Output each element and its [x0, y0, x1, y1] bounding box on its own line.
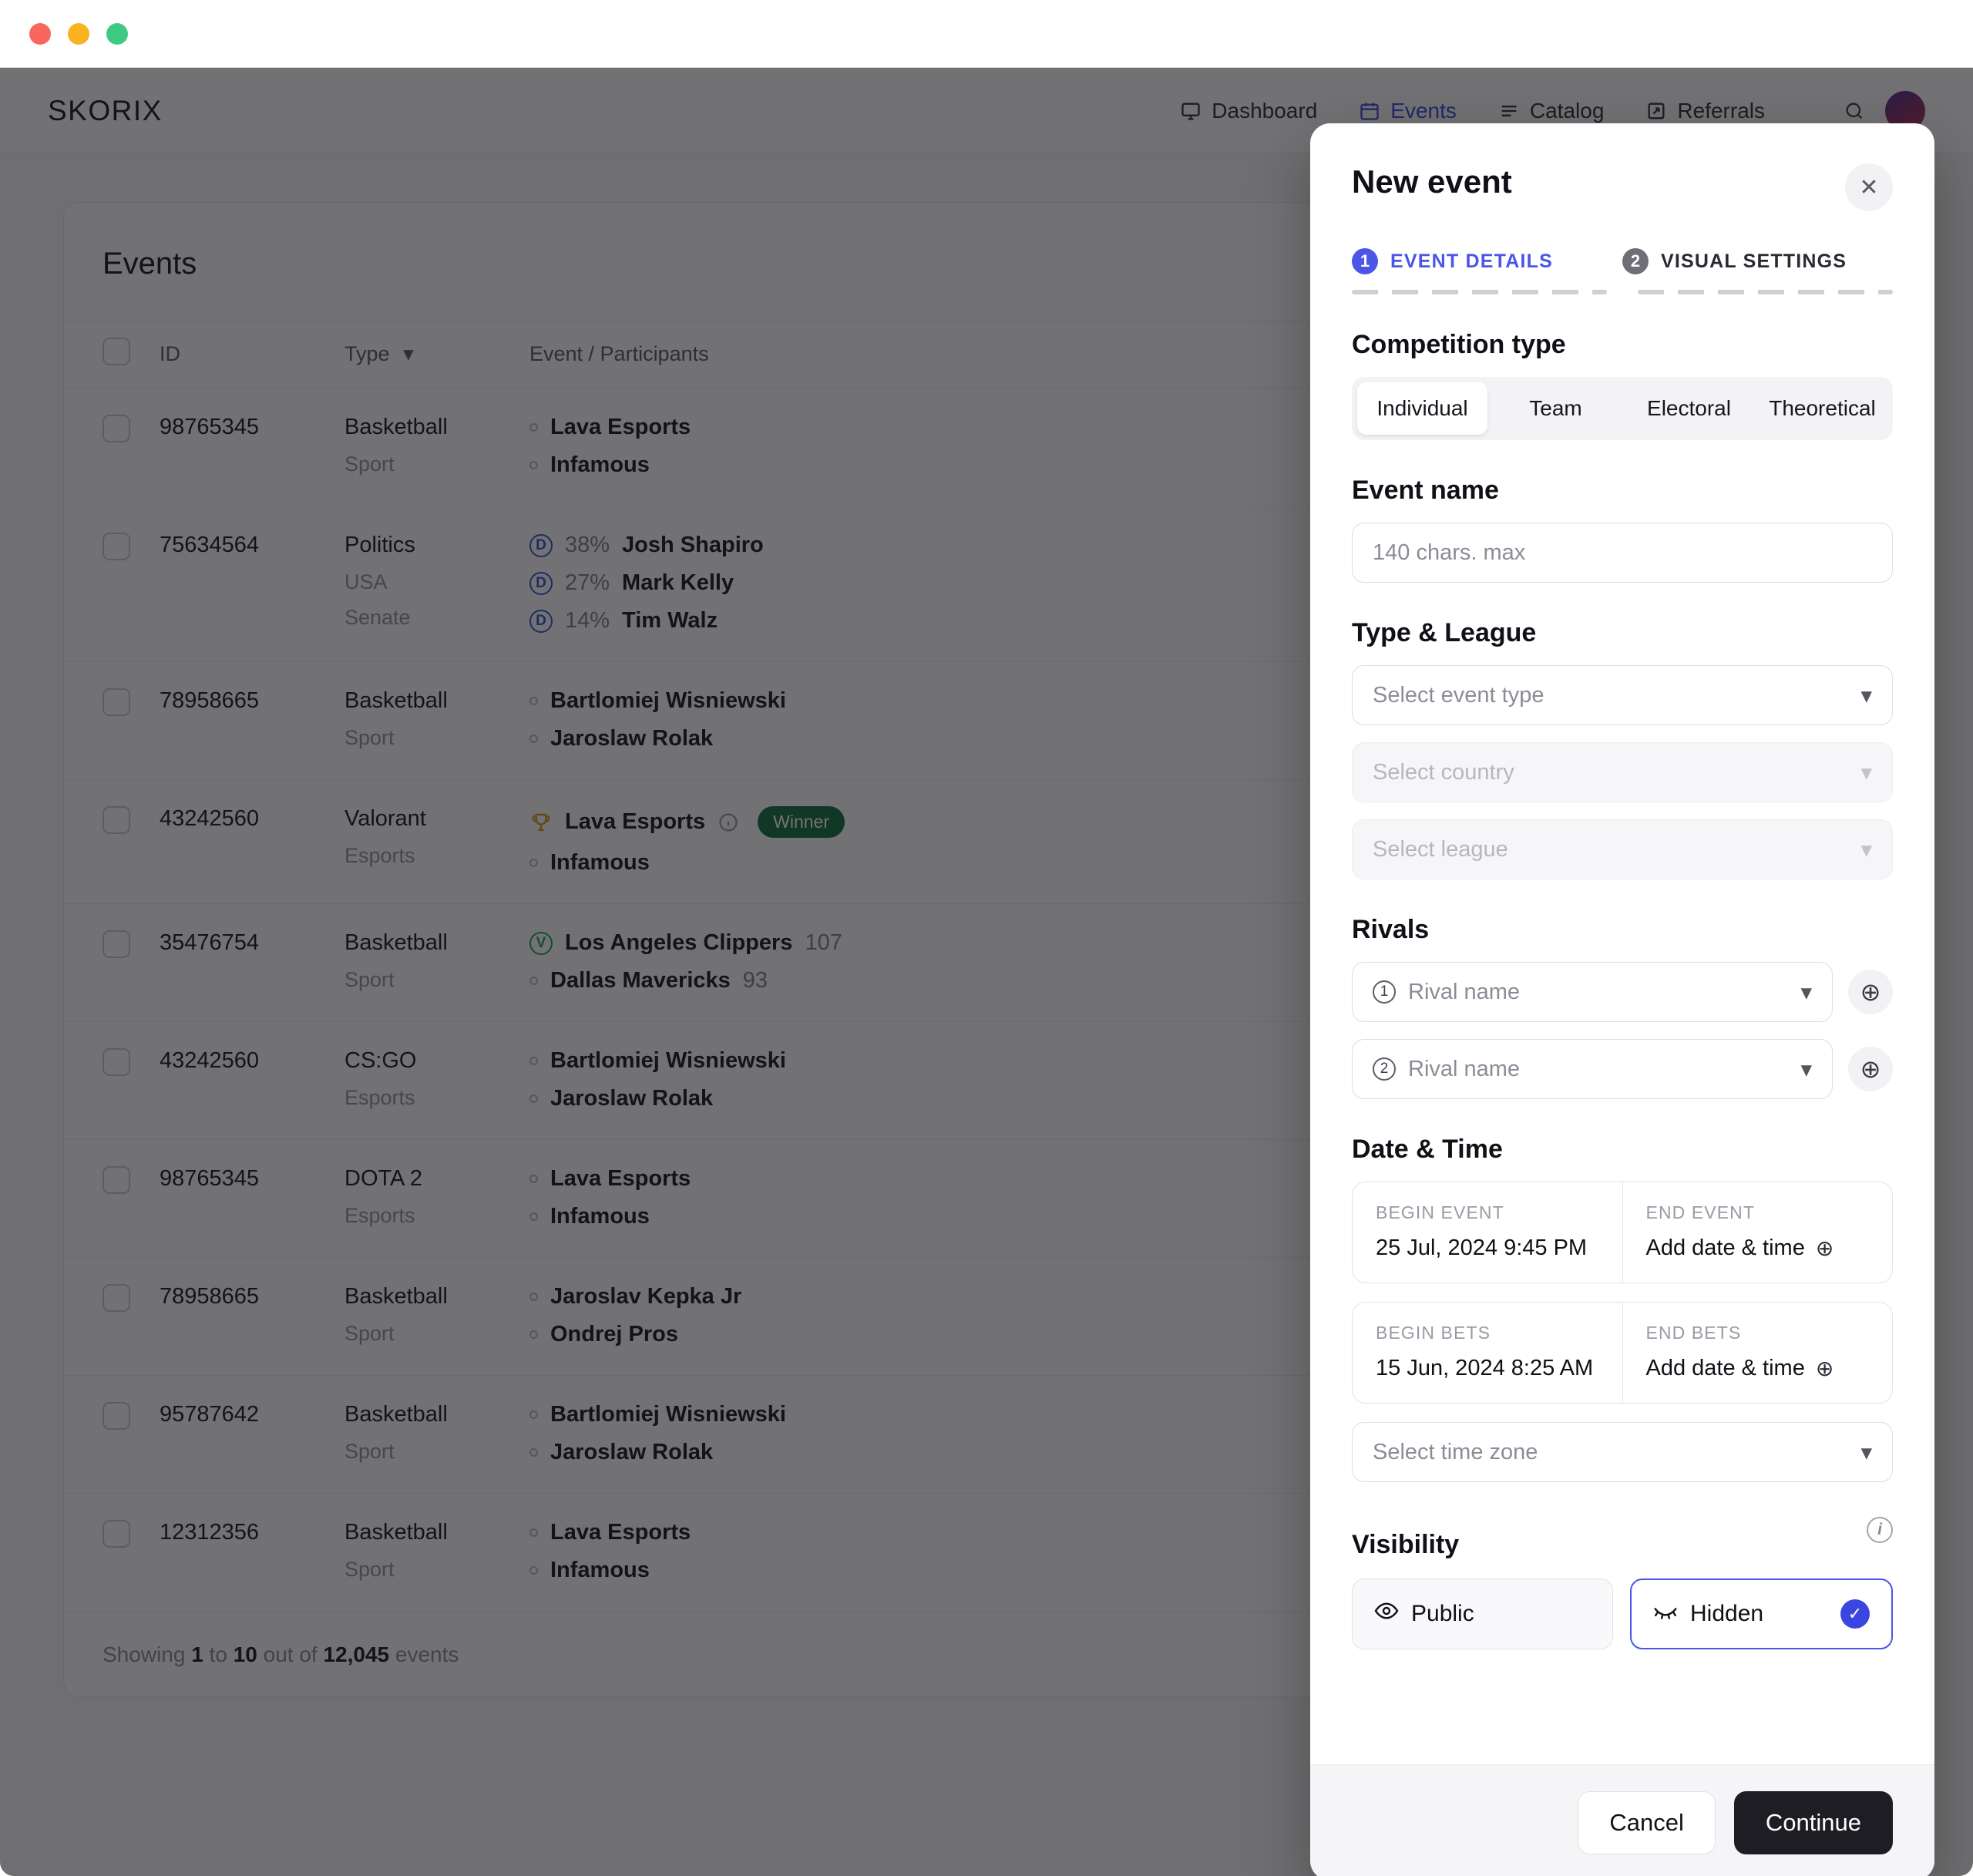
league-placeholder: Select league: [1373, 836, 1508, 862]
competition-type-heading: Competition type: [1352, 330, 1566, 359]
visibility-options: Public Hidden ✓: [1352, 1578, 1893, 1649]
minimize-window-button[interactable]: [68, 22, 89, 45]
competition-option-individual[interactable]: Individual: [1357, 382, 1487, 435]
plus-circle-icon[interactable]: ⊕: [1848, 970, 1893, 1014]
close-window-button[interactable]: [29, 22, 51, 45]
chevron-down-icon: ▾: [1860, 837, 1872, 862]
chevron-down-icon: ▾: [1860, 760, 1872, 785]
close-icon[interactable]: ✕: [1845, 163, 1893, 211]
step-label-event-details: EVENT DETAILS: [1390, 250, 1553, 272]
timezone-select[interactable]: Select time zone ▾: [1352, 1422, 1893, 1482]
app-window: SKORIX Dashboard E: [0, 0, 1973, 1876]
begin-bets-field[interactable]: BEGIN BETS 15 Jun, 2024 8:25 AM: [1353, 1303, 1622, 1403]
begin-event-value: 25 Jul, 2024 9:45 PM: [1376, 1236, 1588, 1260]
step-visual-settings[interactable]: 2 VISUAL SETTINGS: [1622, 248, 1893, 294]
rival-1-select[interactable]: 1 Rival name ▾: [1352, 962, 1833, 1022]
eye-off-icon: [1653, 1599, 1678, 1629]
rival-2-select[interactable]: 2 Rival name ▾: [1352, 1039, 1833, 1099]
end-event-label: END EVENT: [1645, 1202, 1756, 1222]
visibility-option-public[interactable]: Public: [1352, 1578, 1613, 1649]
check-icon: ✓: [1840, 1599, 1870, 1629]
rivals-heading: Rivals: [1352, 915, 1430, 944]
step-number-2: 2: [1622, 248, 1649, 274]
visibility-header: Visibility i: [1352, 1499, 1893, 1560]
chevron-down-icon: ▾: [1860, 1440, 1872, 1465]
step-progress-bar-2: [1638, 290, 1893, 294]
window-titlebar: [0, 0, 1973, 68]
cancel-button[interactable]: Cancel: [1578, 1791, 1716, 1854]
chevron-down-icon: ▾: [1800, 1057, 1812, 1082]
rival-row-1: 1 Rival name ▾ ⊕: [1352, 962, 1893, 1022]
country-placeholder: Select country: [1373, 759, 1514, 785]
competition-option-electoral[interactable]: Electoral: [1624, 382, 1754, 435]
new-event-modal: New event ✕ 1 EVENT DETAILS 2 VISUAL SET…: [1310, 123, 1934, 1876]
league-select[interactable]: Select league ▾: [1352, 819, 1893, 879]
modal-body: New event ✕ 1 EVENT DETAILS 2 VISUAL SET…: [1310, 123, 1934, 1764]
chevron-down-icon: ▾: [1800, 980, 1812, 1005]
visibility-heading: Visibility: [1352, 1530, 1460, 1559]
bets-datetime-card: BEGIN BETS 15 Jun, 2024 8:25 AM END BETS…: [1352, 1302, 1893, 1404]
eye-icon: [1374, 1599, 1399, 1629]
event-type-placeholder: Select event type: [1373, 682, 1544, 708]
rival-row-2: 2 Rival name ▾ ⊕: [1352, 1039, 1893, 1099]
zoom-window-button[interactable]: [106, 22, 128, 45]
visibility-option-hidden[interactable]: Hidden ✓: [1630, 1578, 1893, 1649]
chevron-down-icon: ▾: [1860, 683, 1872, 708]
plus-circle-icon[interactable]: ⊕: [1816, 1236, 1834, 1261]
event-name-placeholder: 140 chars. max: [1373, 540, 1526, 565]
modal-header: New event ✕: [1352, 163, 1893, 211]
competition-type-segmented-control: Individual Team Electoral Theoretical: [1352, 377, 1893, 440]
modal-title: New event: [1352, 163, 1512, 200]
rival-1-placeholder: Rival name: [1408, 979, 1521, 1004]
end-event-value-row: Add date & time ⊕: [1646, 1236, 1870, 1261]
end-bets-value: Add date & time: [1645, 1356, 1805, 1380]
visibility-label-hidden: Hidden: [1690, 1601, 1764, 1626]
begin-bets-label: BEGIN BETS: [1376, 1323, 1491, 1343]
modal-steps: 1 EVENT DETAILS 2 VISUAL SETTINGS: [1352, 248, 1893, 294]
step-label-visual-settings: VISUAL SETTINGS: [1661, 250, 1847, 272]
plus-circle-icon[interactable]: ⊕: [1816, 1356, 1834, 1381]
visibility-label-public: Public: [1411, 1601, 1474, 1626]
type-league-heading: Type & League: [1352, 618, 1537, 647]
plus-circle-icon[interactable]: ⊕: [1848, 1047, 1893, 1091]
step-progress-bar-1: [1352, 290, 1607, 294]
rival-2-placeholder: Rival name: [1408, 1056, 1521, 1081]
end-bets-label: END BETS: [1645, 1323, 1742, 1343]
event-name-heading: Event name: [1352, 476, 1499, 505]
rival-index-1: 1: [1373, 980, 1396, 1004]
begin-event-label: BEGIN EVENT: [1376, 1202, 1504, 1222]
date-time-heading: Date & Time: [1352, 1135, 1503, 1164]
end-bets-field[interactable]: END BETS Add date & time ⊕: [1622, 1303, 1893, 1403]
timezone-placeholder: Select time zone: [1373, 1439, 1538, 1464]
competition-option-theoretical[interactable]: Theoretical: [1757, 382, 1887, 435]
begin-event-field[interactable]: BEGIN EVENT 25 Jul, 2024 9:45 PM: [1353, 1182, 1622, 1283]
competition-option-team[interactable]: Team: [1491, 382, 1621, 435]
event-datetime-card: BEGIN EVENT 25 Jul, 2024 9:45 PM END EVE…: [1352, 1182, 1893, 1283]
end-event-value: Add date & time: [1645, 1236, 1805, 1260]
rival-index-2: 2: [1373, 1057, 1396, 1081]
modal-footer: Cancel Continue: [1310, 1764, 1934, 1876]
continue-button[interactable]: Continue: [1733, 1791, 1893, 1854]
step-number-1: 1: [1352, 248, 1378, 274]
event-type-select[interactable]: Select event type ▾: [1352, 665, 1893, 725]
begin-bets-value: 15 Jun, 2024 8:25 AM: [1376, 1356, 1594, 1380]
country-select[interactable]: Select country ▾: [1352, 742, 1893, 802]
end-bets-value-row: Add date & time ⊕: [1646, 1356, 1870, 1381]
end-event-field[interactable]: END EVENT Add date & time ⊕: [1622, 1182, 1893, 1283]
info-icon[interactable]: i: [1867, 1516, 1893, 1543]
event-name-input[interactable]: 140 chars. max: [1352, 523, 1893, 583]
step-event-details[interactable]: 1 EVENT DETAILS: [1352, 248, 1622, 294]
